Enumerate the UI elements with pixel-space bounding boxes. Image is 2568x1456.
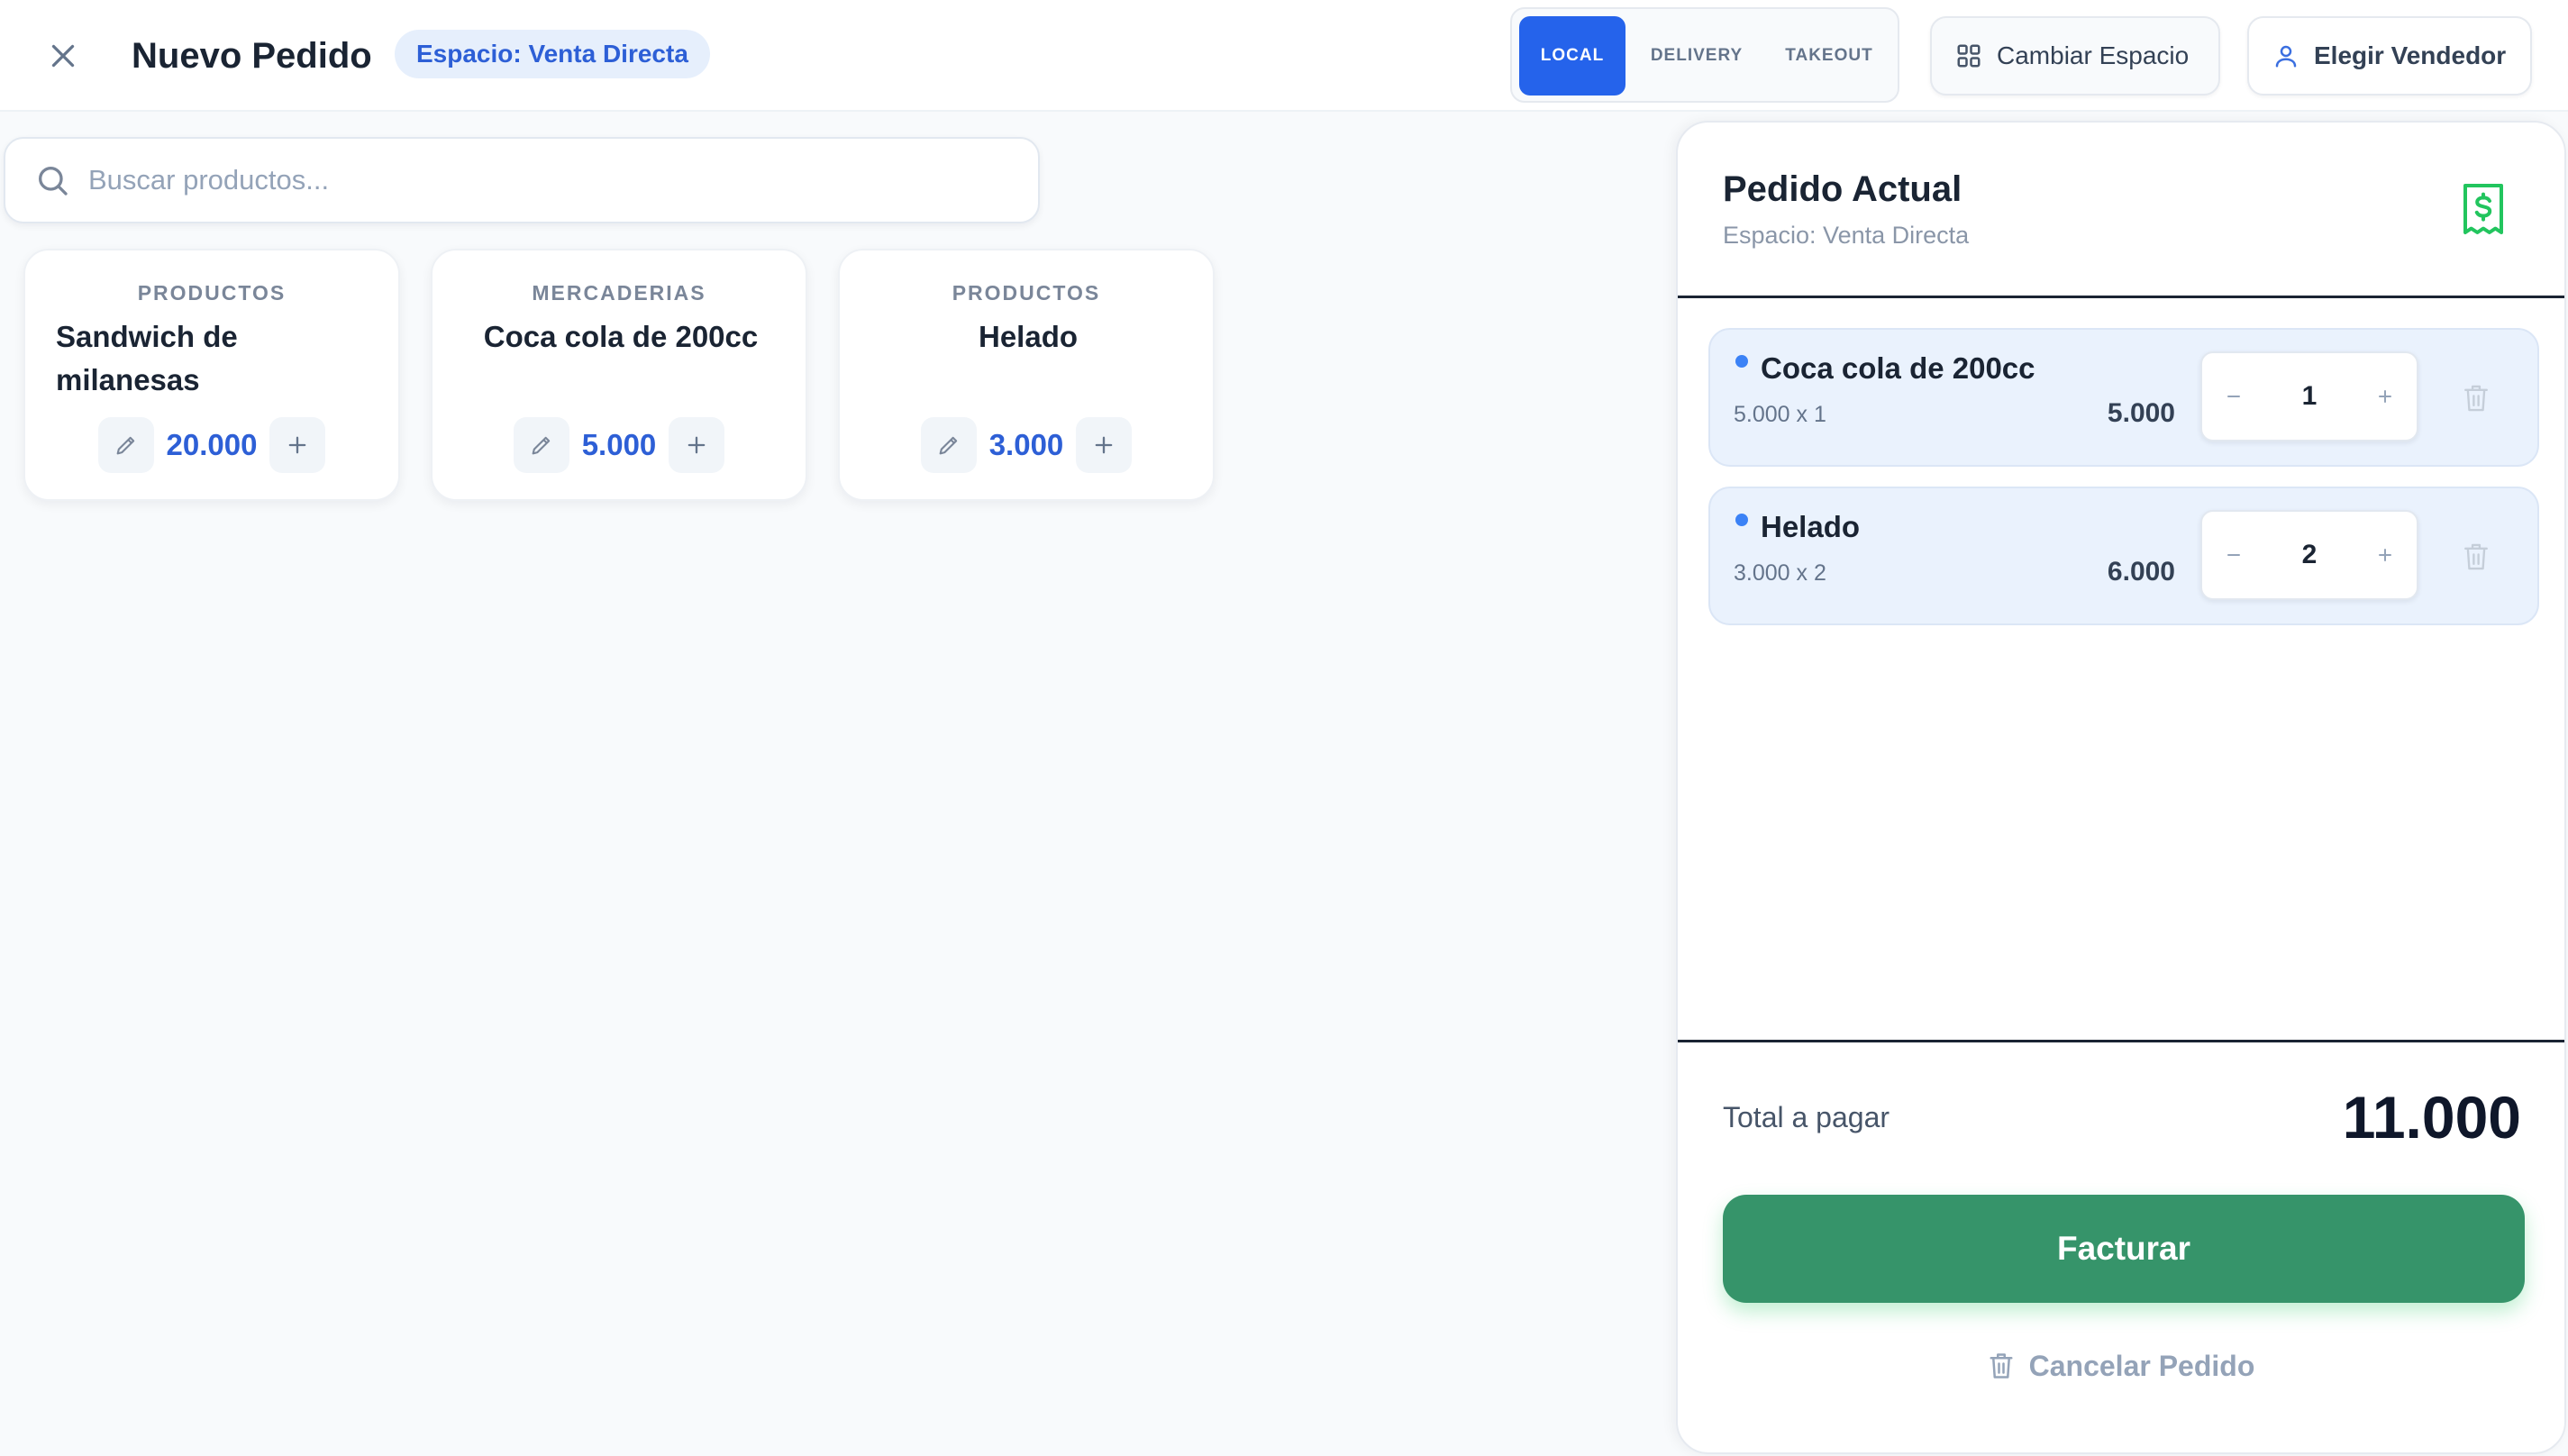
- change-space-button[interactable]: Cambiar Espacio: [1930, 16, 2220, 96]
- pencil-icon: [116, 436, 134, 455]
- product-price: 3.000: [988, 428, 1064, 461]
- close-button[interactable]: [40, 32, 87, 79]
- search-icon: [39, 167, 68, 196]
- change-space-label: Cambiar Espacio: [1997, 41, 2190, 69]
- product-card-coca-cola[interactable]: MERCADERIAS Coca cola de 200cc 5.000: [431, 249, 807, 501]
- top-bar: Nuevo Pedido Espacio: Venta Directa LOCA…: [0, 0, 2568, 112]
- trash-icon: [1990, 1353, 2013, 1379]
- product-card-sandwich[interactable]: PRODUCTOS Sandwich de milanesas 20.000: [23, 249, 400, 501]
- quantity-value: 2: [2301, 540, 2318, 569]
- invoice-button[interactable]: Facturar: [1723, 1195, 2525, 1303]
- edit-price-button[interactable]: [513, 417, 569, 473]
- cancel-order-button[interactable]: Cancelar Pedido: [1678, 1339, 2564, 1393]
- order-panel: Pedido Actual Espacio: Venta Directa Coc…: [1676, 121, 2566, 1454]
- order-mode-switch: LOCAL DELIVERY TAKEOUT: [1510, 7, 1899, 103]
- space-badge: Espacio: Venta Directa: [395, 30, 710, 78]
- total-label: Total a pagar: [1723, 1101, 1890, 1133]
- choose-seller-label: Elegir Vendedor: [2314, 41, 2507, 69]
- add-product-button[interactable]: [1076, 417, 1133, 473]
- minus-icon: [2227, 554, 2240, 556]
- plus-icon: [289, 436, 306, 454]
- divider: [1678, 1040, 2564, 1042]
- order-item-name: Helado: [1761, 510, 1861, 543]
- trash-icon: [2464, 385, 2488, 412]
- product-category: PRODUCTOS: [137, 281, 287, 305]
- item-status-dot: [1735, 355, 1748, 368]
- product-price-row: 20.000: [25, 416, 398, 474]
- pencil-icon: [939, 436, 957, 455]
- pencil-icon: [532, 436, 550, 455]
- order-item-subtotal: 6.000: [2107, 557, 2175, 587]
- product-price: 5.000: [581, 428, 657, 461]
- quantity-stepper: 2: [2200, 510, 2418, 600]
- order-item-name: Coca cola de 200cc: [1761, 351, 2035, 385]
- trash-icon: [2464, 543, 2488, 570]
- plus-icon: [2379, 390, 2391, 403]
- remove-item-button[interactable]: [2451, 373, 2501, 423]
- tab-delivery[interactable]: DELIVERY: [1636, 16, 1757, 96]
- product-name: Coca cola de 200cc: [483, 320, 759, 353]
- search-bar: [4, 137, 1040, 223]
- tab-local[interactable]: LOCAL: [1519, 16, 1625, 96]
- divider: [1678, 296, 2564, 298]
- grid-icon: [1957, 44, 1981, 68]
- decrease-quantity-button[interactable]: [2202, 512, 2265, 598]
- page-title: Nuevo Pedido: [132, 36, 372, 76]
- remove-item-button[interactable]: [2451, 532, 2501, 582]
- order-item-subtotal: 5.000: [2107, 398, 2175, 428]
- cancel-order-label: Cancelar Pedido: [2028, 1349, 2255, 1382]
- plus-icon: [688, 436, 706, 454]
- search-input[interactable]: [88, 164, 989, 196]
- tab-takeout[interactable]: TAKEOUT: [1768, 16, 1890, 96]
- close-icon: [51, 44, 75, 68]
- product-price: 20.000: [166, 428, 258, 461]
- plus-icon: [2379, 549, 2391, 561]
- receipt-dollar-icon: [2460, 182, 2507, 236]
- quantity-value: 1: [2301, 381, 2318, 411]
- add-product-button[interactable]: [669, 417, 725, 473]
- product-category: MERCADERIAS: [532, 281, 706, 305]
- user-icon: [2275, 45, 2297, 68]
- product-name: Helado: [978, 320, 1079, 353]
- order-item: Coca cola de 200cc 5.000 x 1 5.000 1: [1708, 328, 2539, 467]
- total-value: 11.000: [2342, 1084, 2521, 1151]
- order-item: Helado 3.000 x 2 6.000 2: [1708, 487, 2539, 625]
- plus-icon: [1095, 436, 1113, 454]
- edit-price-button[interactable]: [97, 417, 154, 473]
- decrease-quantity-button[interactable]: [2202, 353, 2265, 440]
- product-card-helado[interactable]: PRODUCTOS Helado 3.000: [838, 249, 1215, 501]
- product-price-row: 3.000: [840, 416, 1213, 474]
- choose-seller-button[interactable]: Elegir Vendedor: [2247, 16, 2532, 96]
- order-title: Pedido Actual: [1723, 169, 1962, 209]
- edit-price-button[interactable]: [920, 417, 977, 473]
- minus-icon: [2227, 396, 2240, 397]
- quantity-stepper: 1: [2200, 351, 2418, 441]
- increase-quantity-button[interactable]: [2354, 353, 2417, 440]
- order-item-detail: 5.000 x 1: [1734, 402, 1826, 427]
- order-item-detail: 3.000 x 2: [1734, 560, 1826, 586]
- add-product-button[interactable]: [269, 417, 326, 473]
- product-price-row: 5.000: [433, 416, 806, 474]
- product-name: Sandwich de milanesas: [56, 320, 238, 396]
- increase-quantity-button[interactable]: [2354, 512, 2417, 598]
- product-category: PRODUCTOS: [952, 281, 1101, 305]
- item-status-dot: [1735, 514, 1748, 526]
- order-space-subtitle: Espacio: Venta Directa: [1723, 222, 1970, 249]
